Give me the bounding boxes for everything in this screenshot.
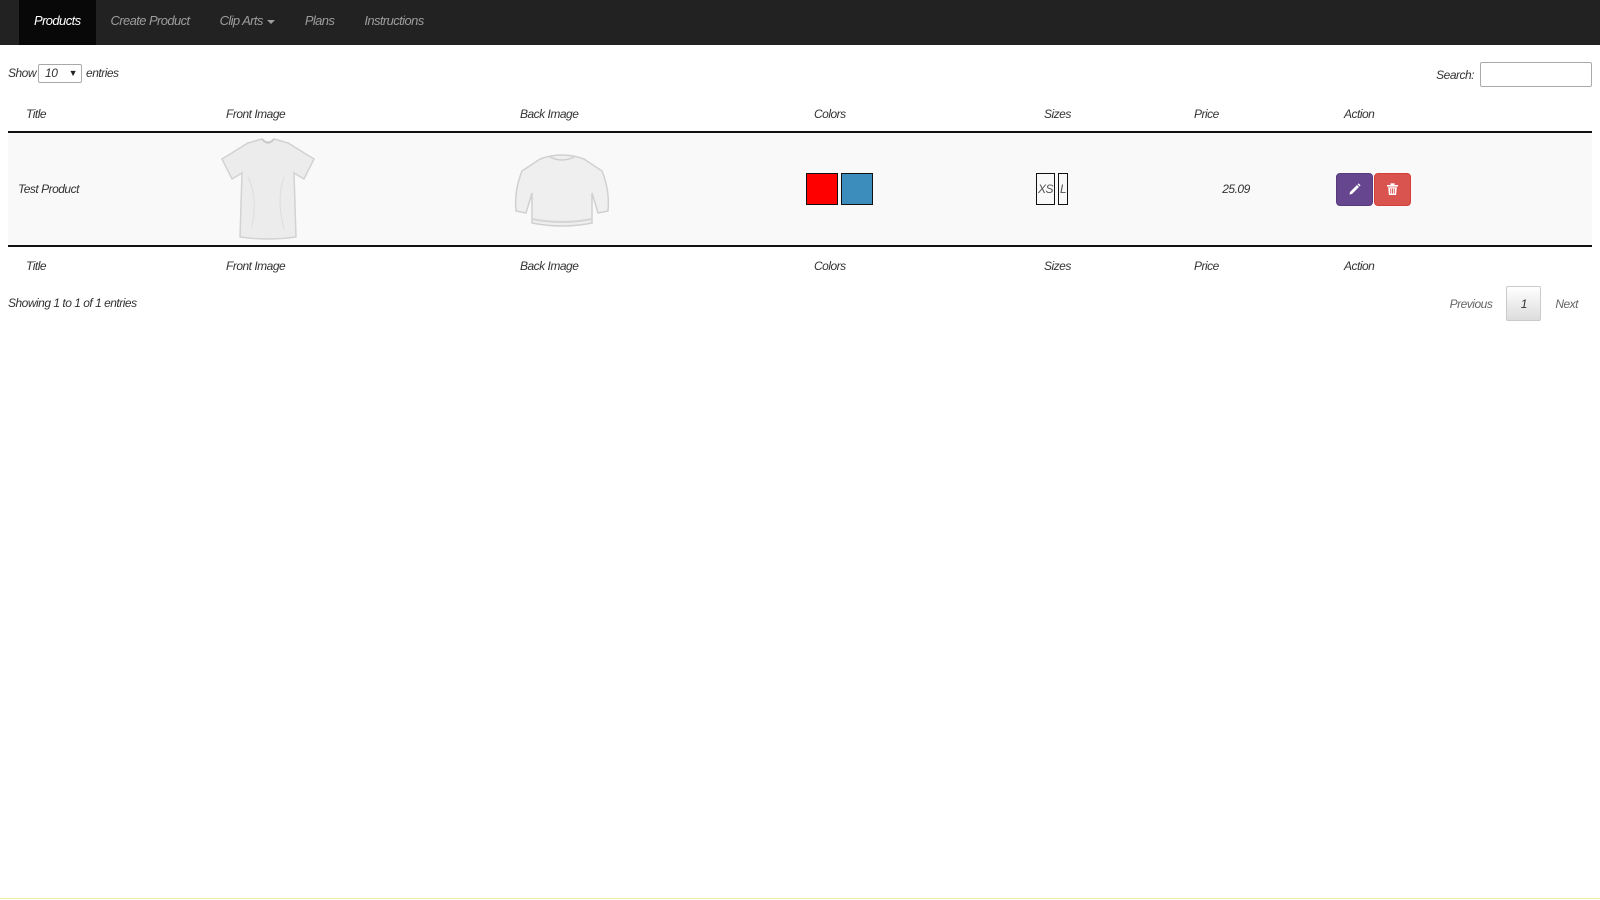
entries-length-control: Show 10 ▼ entries [8, 63, 119, 83]
sizes-cell: XS L [1026, 132, 1176, 246]
caret-down-icon [266, 19, 275, 24]
pencil-icon [1349, 183, 1361, 195]
size-badge: L [1058, 173, 1069, 205]
top-navbar: Products Create Product Clip Arts Plans … [0, 0, 1600, 45]
header-front-image[interactable]: Front Image [208, 96, 502, 133]
nav-item-plans[interactable]: Plans [290, 0, 350, 45]
search-filter: Search: [1436, 62, 1592, 87]
footer-row: Title Front Image Back Image Colors Size… [8, 245, 1592, 284]
pagination: Previous 1 Next [1436, 286, 1592, 321]
nav-item-clip-arts[interactable]: Clip Arts [205, 0, 290, 45]
bottom-divider [0, 898, 1600, 899]
sweatshirt-back-image [514, 154, 610, 227]
nav-item-create-product[interactable]: Create Product [96, 0, 205, 45]
colors-cell [796, 132, 1026, 246]
table-info: Showing 1 to 1 of 1 entries [8, 296, 137, 310]
back-image-cell [502, 132, 796, 246]
entries-label: entries [86, 66, 119, 80]
trash-icon [1387, 183, 1398, 195]
footer-price: Price [1176, 245, 1326, 284]
header-back-image[interactable]: Back Image [502, 96, 796, 133]
header-colors[interactable]: Colors [796, 96, 1026, 133]
product-price: 25.09 [1222, 182, 1250, 196]
header-row: Title Front Image Back Image Colors Size… [8, 96, 1592, 133]
table-header: Title Front Image Back Image Colors Size… [8, 96, 1592, 133]
nav-item-products[interactable]: Products [19, 0, 96, 45]
table-body: Test Product XS L 25.09 [8, 132, 1592, 246]
entries-select-value: 10 [45, 66, 58, 80]
header-action[interactable]: Action [1326, 96, 1592, 133]
search-input[interactable] [1480, 62, 1592, 87]
table-footer: Title Front Image Back Image Colors Size… [8, 245, 1592, 284]
color-swatch [841, 173, 873, 205]
footer-front-image: Front Image [208, 245, 502, 284]
color-swatch [806, 173, 838, 205]
edit-button[interactable] [1336, 172, 1373, 206]
nav-list: Products Create Product Clip Arts Plans … [19, 0, 439, 45]
entries-select[interactable]: 10 ▼ [38, 63, 83, 83]
product-title: Test Product [18, 182, 79, 196]
action-cell [1326, 132, 1592, 246]
front-image-cell [208, 132, 502, 246]
nav-item-instructions[interactable]: Instructions [349, 0, 438, 45]
tshirt-front-image [221, 138, 315, 240]
show-label: Show [8, 66, 37, 80]
select-arrow-icon: ▼ [68, 68, 78, 78]
delete-button[interactable] [1374, 172, 1411, 206]
table-row: Test Product XS L 25.09 [8, 132, 1592, 246]
footer-action: Action [1326, 245, 1592, 284]
header-price[interactable]: Price [1176, 96, 1326, 133]
footer-colors: Colors [796, 245, 1026, 284]
search-label: Search: [1436, 67, 1474, 82]
page-button-1[interactable]: 1 [1506, 286, 1542, 321]
products-table: Title Front Image Back Image Colors Size… [8, 96, 1592, 284]
next-button[interactable]: Next [1541, 297, 1592, 311]
footer-title: Title [8, 245, 208, 284]
header-sizes[interactable]: Sizes [1026, 96, 1176, 133]
footer-sizes: Sizes [1026, 245, 1176, 284]
size-badge: XS [1036, 173, 1056, 205]
header-title[interactable]: Title [8, 96, 208, 133]
footer-back-image: Back Image [502, 245, 796, 284]
previous-button[interactable]: Previous [1436, 297, 1507, 311]
